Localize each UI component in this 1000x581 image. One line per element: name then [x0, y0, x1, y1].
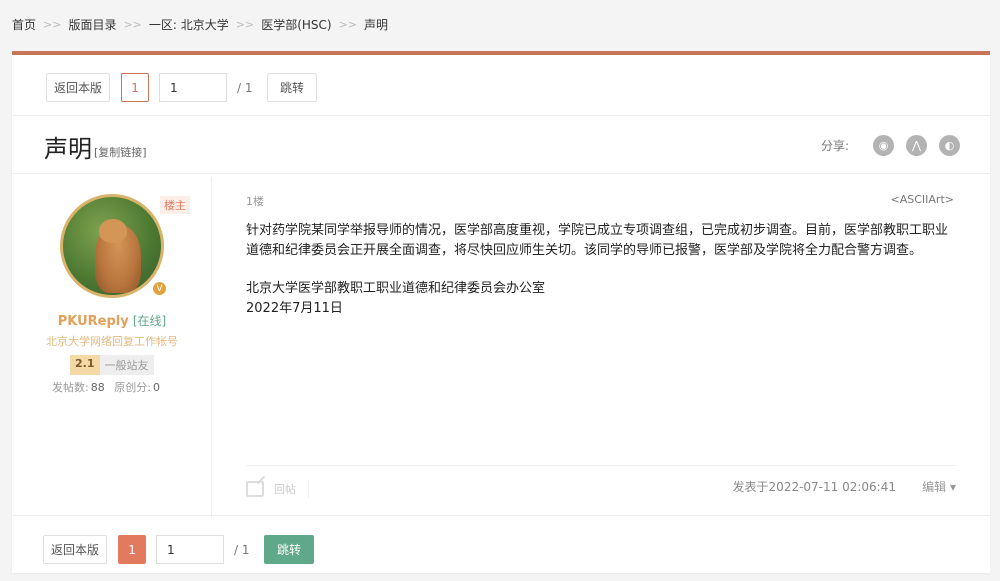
- page-title: 声明: [44, 135, 92, 163]
- back-to-board-button[interactable]: 返回本版: [46, 73, 111, 102]
- tencent-icon[interactable]: ◐: [939, 135, 960, 156]
- online-status: [在线]: [132, 314, 167, 328]
- post-body: 针对药学院某同学举报导师的情况，医学部高度重视，学院已成立专项调查组，已完成初步…: [246, 221, 956, 319]
- post-paragraph: 针对药学院某同学举报导师的情况，医学部高度重视，学院已成立专项调查组，已完成初步…: [246, 223, 949, 258]
- divider: [12, 515, 990, 516]
- title-row: 声明 [复制链接]: [44, 129, 147, 163]
- user-level: 2.1 一般站友: [70, 355, 154, 375]
- posts-count: 88: [90, 381, 105, 394]
- user-stats: 发帖数: 88 原创分: 0: [52, 379, 166, 395]
- breadcrumb-home[interactable]: 首页: [12, 16, 36, 33]
- breadcrumb-separator: >>: [338, 17, 358, 31]
- thread-panel: 返回本版 1 / 1 跳转 声明 [复制链接] 分享: ◉ ⋀ ◐ V 楼主 P…: [12, 51, 990, 573]
- avatar-cat-head: [99, 219, 127, 243]
- page-input[interactable]: [159, 73, 228, 102]
- post-footer: 回帖 发表于2022-07-11 02:06:41 编辑 ▾: [246, 465, 956, 505]
- share-bar: 分享: ◉ ⋀ ◐: [821, 135, 960, 156]
- reply-icon: [246, 481, 264, 497]
- divider: [308, 480, 309, 498]
- copy-link[interactable]: [复制链接]: [94, 144, 147, 160]
- floor-number: 1楼: [246, 195, 264, 208]
- weibo-icon[interactable]: ◉: [873, 135, 894, 156]
- avatar[interactable]: [60, 194, 164, 298]
- breadcrumb-board-list[interactable]: 版面目录: [68, 16, 116, 33]
- reply-label: 回帖: [274, 483, 296, 496]
- jump-button[interactable]: 跳转: [267, 73, 318, 102]
- divider: [12, 173, 990, 174]
- page-total: / 1: [234, 542, 250, 557]
- post-timestamp: 发表于2022-07-11 02:06:41: [732, 480, 896, 494]
- ascii-art-link[interactable]: <ASCIIArt>: [891, 193, 954, 206]
- post-content: 1楼 <ASCIIArt> 针对药学院某同学举报导师的情况，医学部高度重视，学院…: [212, 177, 990, 517]
- owner-tag: 楼主: [160, 196, 190, 214]
- breadcrumb-separator: >>: [123, 17, 142, 31]
- pager-bottom: 返回本版 1 / 1 跳转: [43, 535, 315, 564]
- rank-label: 一般站友: [99, 355, 154, 375]
- breadcrumb: 首页 >> 版面目录 >> 一区: 北京大学 >> 医学部(HSC) >> 声明: [12, 14, 388, 34]
- post-date: 2022年7月11日: [246, 301, 343, 316]
- pager-top: 返回本版 1 / 1 跳转: [46, 73, 318, 102]
- user-panel: V 楼主 PKUReply [在线] 北京大学网络回复工作帐号 2.1 一般站友…: [12, 177, 212, 517]
- reply-button[interactable]: 回帖: [246, 480, 309, 498]
- share-label: 分享:: [820, 139, 849, 153]
- renren-icon[interactable]: ⋀: [906, 135, 927, 156]
- page-total: / 1: [237, 80, 253, 95]
- original-label: 原创分:: [114, 381, 151, 394]
- post-signature: 北京大学医学部教职工职业道德和纪律委员会办公室: [246, 281, 546, 296]
- posts-label: 发帖数:: [52, 381, 89, 394]
- back-to-board-button[interactable]: 返回本版: [43, 535, 108, 564]
- jump-button[interactable]: 跳转: [264, 535, 315, 564]
- breadcrumb-separator: >>: [235, 17, 255, 31]
- divider: [12, 115, 990, 116]
- breadcrumb-separator: >>: [43, 17, 62, 31]
- page-number-button[interactable]: 1: [118, 535, 147, 564]
- original-score: 0: [152, 381, 160, 394]
- edit-button[interactable]: 编辑 ▾: [922, 478, 956, 495]
- username-row: PKUReply [在线]: [12, 312, 212, 329]
- verified-badge-icon: V: [152, 281, 167, 296]
- level-value: 2.1: [70, 355, 100, 375]
- username[interactable]: PKUReply: [58, 314, 129, 329]
- breadcrumb-current[interactable]: 声明: [364, 16, 388, 33]
- breadcrumb-section[interactable]: 一区: 北京大学: [149, 16, 229, 33]
- page-input[interactable]: [156, 535, 225, 564]
- page-number-button[interactable]: 1: [121, 73, 150, 102]
- breadcrumb-board[interactable]: 医学部(HSC): [261, 16, 331, 33]
- user-title: 北京大学网络回复工作帐号: [46, 335, 178, 348]
